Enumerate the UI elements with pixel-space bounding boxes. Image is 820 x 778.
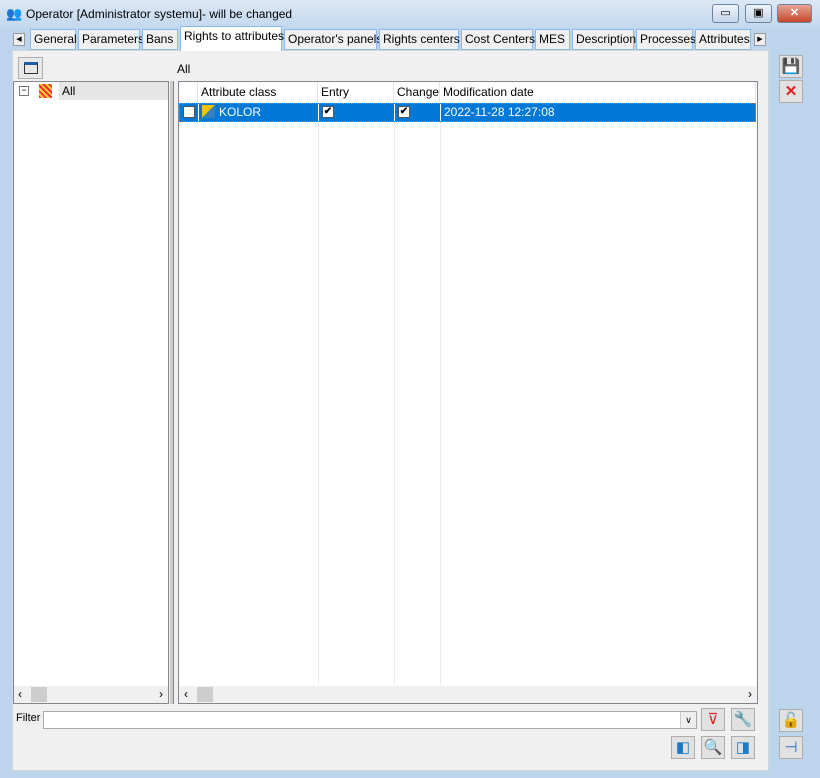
splitter[interactable] xyxy=(170,81,174,704)
column-header-select xyxy=(179,82,198,103)
window-icon xyxy=(23,62,38,74)
column-header-change[interactable]: Change xyxy=(394,82,440,103)
grid-hscrollbar[interactable]: ‹ › xyxy=(179,686,757,703)
tab-attributes[interactable]: Attributes xyxy=(695,29,751,50)
tab-processes[interactable]: Processes xyxy=(636,29,696,50)
collapse-icon[interactable]: − xyxy=(19,86,29,96)
tab-panel: All − All ‹ › Attribute class Entry Chan… xyxy=(12,50,769,771)
scroll-thumb[interactable] xyxy=(197,687,213,702)
minimize-button[interactable]: ▭ xyxy=(712,4,739,23)
tree-item-all[interactable]: − All xyxy=(14,82,168,101)
scroll-thumb[interactable] xyxy=(31,687,47,702)
search-button[interactable]: 🔍 xyxy=(701,736,725,759)
filter-dropdown-button[interactable]: ∨ xyxy=(680,712,696,728)
scroll-right-icon[interactable]: › xyxy=(748,687,752,701)
title-bar: 👥 Operator [Administrator systemu]- will… xyxy=(0,0,820,28)
tree-panel: − All ‹ › xyxy=(13,81,169,704)
tab-operator-s-panels[interactable]: Operator's panels xyxy=(284,29,382,50)
filter-input[interactable]: ∨ xyxy=(43,711,697,729)
tab-rights-to-attributes[interactable]: Rights to attributes xyxy=(180,26,284,51)
column-header-entry[interactable]: Entry xyxy=(318,82,394,103)
attributes-grid: Attribute class Entry Change Modificatio… xyxy=(178,81,758,704)
filter-label: Filter xyxy=(16,712,41,724)
scroll-left-icon[interactable]: ‹ xyxy=(18,687,22,701)
cancel-button[interactable]: ✕ xyxy=(779,80,803,103)
operator-icon: 👥 xyxy=(6,6,23,21)
tab-rights-centers[interactable]: Rights centers xyxy=(379,29,460,50)
attribute-class-icon xyxy=(202,105,215,118)
tree-hscrollbar[interactable]: ‹ › xyxy=(14,686,168,703)
tab-strip: General Parameters Bans Rights to attribute… xyxy=(12,26,752,51)
scroll-left-icon[interactable]: ‹ xyxy=(184,687,188,701)
edit-button[interactable]: ◨ xyxy=(731,736,755,759)
table-row[interactable]: KOLOR ✔ ✔ 2022-11-28 12:27:08 xyxy=(179,103,756,122)
scroll-right-icon[interactable]: › xyxy=(159,687,163,701)
close-button[interactable]: ✕ xyxy=(777,4,812,23)
tree-node-icon xyxy=(39,84,52,98)
save-button[interactable]: 💾 xyxy=(779,55,803,78)
toggle-tree-button[interactable] xyxy=(18,57,43,79)
change-checkbox[interactable]: ✔ xyxy=(398,106,410,118)
grid-caption: All xyxy=(177,62,191,76)
tab-description[interactable]: Description xyxy=(572,29,636,50)
tree-item-label: All xyxy=(59,82,168,100)
tab-mes[interactable]: MES xyxy=(535,29,570,50)
column-header-modification-date[interactable]: Modification date xyxy=(440,82,756,103)
entry-cell: ✔ xyxy=(319,104,395,121)
maximize-button[interactable]: ▣ xyxy=(745,4,772,23)
attribute-class-value: KOLOR xyxy=(219,105,262,119)
tab-parameters[interactable]: Parameters xyxy=(78,29,144,50)
change-cell: ✔ xyxy=(395,104,441,121)
tab-bans[interactable]: Bans xyxy=(142,29,178,50)
tab-cost-centers[interactable]: Cost Centers xyxy=(461,29,535,50)
tab-scroll-right[interactable]: ▶ xyxy=(754,33,766,46)
pin-button[interactable]: ⊣ xyxy=(779,736,803,759)
select-cell xyxy=(180,104,199,121)
filter-builder-button[interactable]: 🔧 xyxy=(731,708,755,731)
clear-filter-button[interactable]: ⊽ xyxy=(701,708,725,731)
lock-button[interactable]: 🔓 xyxy=(779,709,803,732)
row-select-checkbox[interactable] xyxy=(183,106,195,118)
window-title: Operator [Administrator systemu]- will b… xyxy=(26,7,293,21)
attribute-class-cell: KOLOR xyxy=(199,104,319,121)
add-button[interactable]: ◧ xyxy=(671,736,695,759)
tab-general[interactable]: General xyxy=(30,29,77,50)
entry-checkbox[interactable]: ✔ xyxy=(322,106,334,118)
column-header-attribute-class[interactable]: Attribute class xyxy=(198,82,318,103)
modification-date-cell: 2022-11-28 12:27:08 xyxy=(444,105,555,119)
